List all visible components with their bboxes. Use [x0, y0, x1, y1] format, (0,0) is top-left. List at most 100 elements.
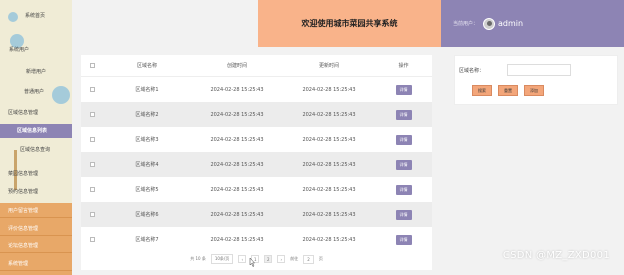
- region-name-cell: 区域名称5: [135, 187, 159, 193]
- detail-button[interactable]: 详情: [395, 84, 412, 95]
- updated-time-cell: 2024-02-28 15:25:43: [302, 161, 356, 168]
- created-time-cell: 2024-02-28 15:25:43: [210, 236, 264, 243]
- sidebar-item-label: 预约信息管理: [8, 189, 39, 195]
- select-all-checkbox[interactable]: [89, 63, 95, 68]
- updated-time-cell: 2024-02-28 15:25:43: [302, 211, 356, 218]
- created-time-cell: 2024-02-28 15:25:43: [210, 211, 264, 218]
- table-row: 区域名称3 2024-02-28 15:25:43 2024-02-28 15:25…: [81, 127, 432, 152]
- row-checkbox[interactable]: [89, 237, 95, 242]
- mouse-cursor-icon: [249, 258, 255, 267]
- sidebar-item-label: 论坛信息管理: [8, 243, 39, 249]
- sidebar-item-label: 区域信息管理: [8, 110, 39, 116]
- row-checkbox[interactable]: [89, 162, 95, 167]
- detail-button[interactable]: 详情: [395, 159, 412, 170]
- sidebar-item-label: 用户留言管理: [8, 208, 39, 214]
- sidebar-item-label: 普通用户: [24, 89, 45, 95]
- sidebar-item[interactable]: 菜园信息管理: [0, 167, 72, 181]
- row-checkbox[interactable]: [89, 212, 95, 217]
- region-name-cell: 区域名称1: [135, 87, 159, 93]
- page-2-button[interactable]: 2: [264, 255, 273, 263]
- add-button[interactable]: 添加: [524, 85, 544, 96]
- column-header: 操作: [398, 63, 409, 69]
- detail-button[interactable]: 详情: [395, 184, 412, 195]
- search-button[interactable]: 搜索: [472, 85, 492, 96]
- sidebar-item[interactable]: 预约信息管理: [0, 185, 72, 199]
- sidebar-item[interactable]: 论坛信息管理: [0, 239, 72, 253]
- column-header: 更新时间: [318, 63, 339, 69]
- region-name-search-input[interactable]: [507, 64, 571, 76]
- username[interactable]: admin: [498, 19, 523, 28]
- updated-time-cell: 2024-02-28 15:25:43: [302, 136, 356, 143]
- reset-button[interactable]: 重置: [498, 85, 518, 96]
- updated-time-cell: 2024-02-28 15:25:43: [302, 111, 356, 118]
- sidebar-item-label: 区域信息查询: [20, 147, 51, 153]
- page-size-select[interactable]: 10条/页: [210, 254, 234, 264]
- region-name-cell: 区域名称7: [135, 237, 159, 243]
- sidebar-item[interactable]: 评价信息管理: [0, 222, 72, 236]
- updated-time-cell: 2024-02-28 15:25:43: [302, 86, 356, 93]
- table-row: 区域名称2 2024-02-28 15:25:43 2024-02-28 15:25…: [81, 102, 432, 127]
- header-left: [72, 0, 258, 47]
- sidebar-item-label: 系统用户: [9, 47, 30, 53]
- row-checkbox[interactable]: [89, 87, 95, 92]
- sidebar-item[interactable]: 区域信息列表: [0, 124, 72, 138]
- detail-button[interactable]: 详情: [395, 234, 412, 245]
- sidebar-item[interactable]: 新增用户: [0, 65, 72, 79]
- sidebar-item-label: 系统管理: [8, 261, 29, 267]
- sidebar-item[interactable]: 系统用户: [0, 43, 72, 57]
- detail-button[interactable]: 详情: [395, 109, 412, 120]
- created-time-cell: 2024-02-28 15:25:43: [210, 161, 264, 168]
- sidebar-item[interactable]: 区域信息查询: [0, 143, 72, 157]
- created-time-cell: 2024-02-28 15:25:43: [210, 111, 264, 118]
- user-bar: 当前用户： admin: [441, 0, 624, 47]
- table-row: 区域名称7 2024-02-28 15:25:43 2024-02-28 15:25…: [81, 227, 432, 252]
- region-name-cell: 区域名称3: [135, 137, 159, 143]
- row-checkbox[interactable]: [89, 137, 95, 142]
- next-page-button[interactable]: ›: [277, 255, 286, 263]
- table-header: 区域名称 创建时间 更新时间 操作: [81, 55, 432, 77]
- page-title: 欢迎使用城市菜园共享系统: [301, 19, 398, 28]
- table-panel: 区域名称 创建时间 更新时间 操作 区域名称1 2024-02-28 15:25:…: [81, 55, 432, 270]
- table-row: 区域名称6 2024-02-28 15:25:43 2024-02-28 15:25…: [81, 202, 432, 227]
- header-title-bar: 欢迎使用城市菜园共享系统: [258, 0, 441, 47]
- sidebar-item[interactable]: 用户留言管理: [0, 204, 72, 218]
- pagination: 共 10 条 10条/页 ‹ 1 2 › 前往 2 页: [81, 253, 432, 265]
- goto-label: 前往: [290, 256, 299, 261]
- search-panel: 区域名称： 搜索 重置 添加: [454, 55, 618, 105]
- column-header: 区域名称: [136, 63, 157, 69]
- sidebar: 系统首页系统用户新增用户普通用户区域信息管理区域信息列表 区域信息查询菜园信息管理…: [0, 0, 72, 275]
- detail-button[interactable]: 详情: [395, 134, 412, 145]
- column-header: 创建时间: [226, 63, 247, 69]
- sidebar-item-label: 新增用户: [26, 69, 47, 75]
- table-row: 区域名称4 2024-02-28 15:25:43 2024-02-28 15:25…: [81, 152, 432, 177]
- sidebar-item-label: 评价信息管理: [8, 226, 39, 232]
- row-checkbox[interactable]: [89, 187, 95, 192]
- region-name-cell: 区域名称6: [135, 212, 159, 218]
- created-time-cell: 2024-02-28 15:25:43: [210, 136, 264, 143]
- sidebar-item[interactable]: 系统首页: [0, 9, 72, 23]
- row-checkbox[interactable]: [89, 112, 95, 117]
- sidebar-item-label: 系统首页: [25, 13, 46, 19]
- table-row: 区域名称1 2024-02-28 15:25:43 2024-02-28 15:25…: [81, 77, 432, 102]
- created-time-cell: 2024-02-28 15:25:43: [210, 86, 264, 93]
- prev-page-button[interactable]: ‹: [238, 255, 247, 263]
- region-name-cell: 区域名称2: [135, 112, 159, 118]
- detail-button[interactable]: 详情: [395, 209, 412, 220]
- created-time-cell: 2024-02-28 15:25:43: [210, 186, 264, 193]
- updated-time-cell: 2024-02-28 15:25:43: [302, 186, 356, 193]
- watermark: CSDN @MZ_ZXD001: [502, 250, 610, 261]
- goto-page-input[interactable]: 2: [303, 254, 314, 264]
- search-label: 区域名称：: [459, 68, 485, 74]
- page-suffix: 页: [318, 256, 323, 261]
- current-user-label: 当前用户：: [453, 21, 479, 27]
- sidebar-item[interactable]: 区域信息管理: [0, 106, 72, 120]
- sidebar-item-label: 区域信息列表: [17, 128, 48, 134]
- updated-time-cell: 2024-02-28 15:25:43: [302, 236, 356, 243]
- avatar[interactable]: [483, 17, 496, 30]
- sidebar-item[interactable]: 系统管理: [0, 257, 72, 271]
- table-row: 区域名称5 2024-02-28 15:25:43 2024-02-28 15:25…: [81, 177, 432, 202]
- sidebar-item[interactable]: 普通用户: [0, 85, 72, 99]
- total-count: 共 10 条: [190, 256, 206, 261]
- sidebar-item-label: 菜园信息管理: [8, 171, 39, 177]
- region-name-cell: 区域名称4: [135, 162, 159, 168]
